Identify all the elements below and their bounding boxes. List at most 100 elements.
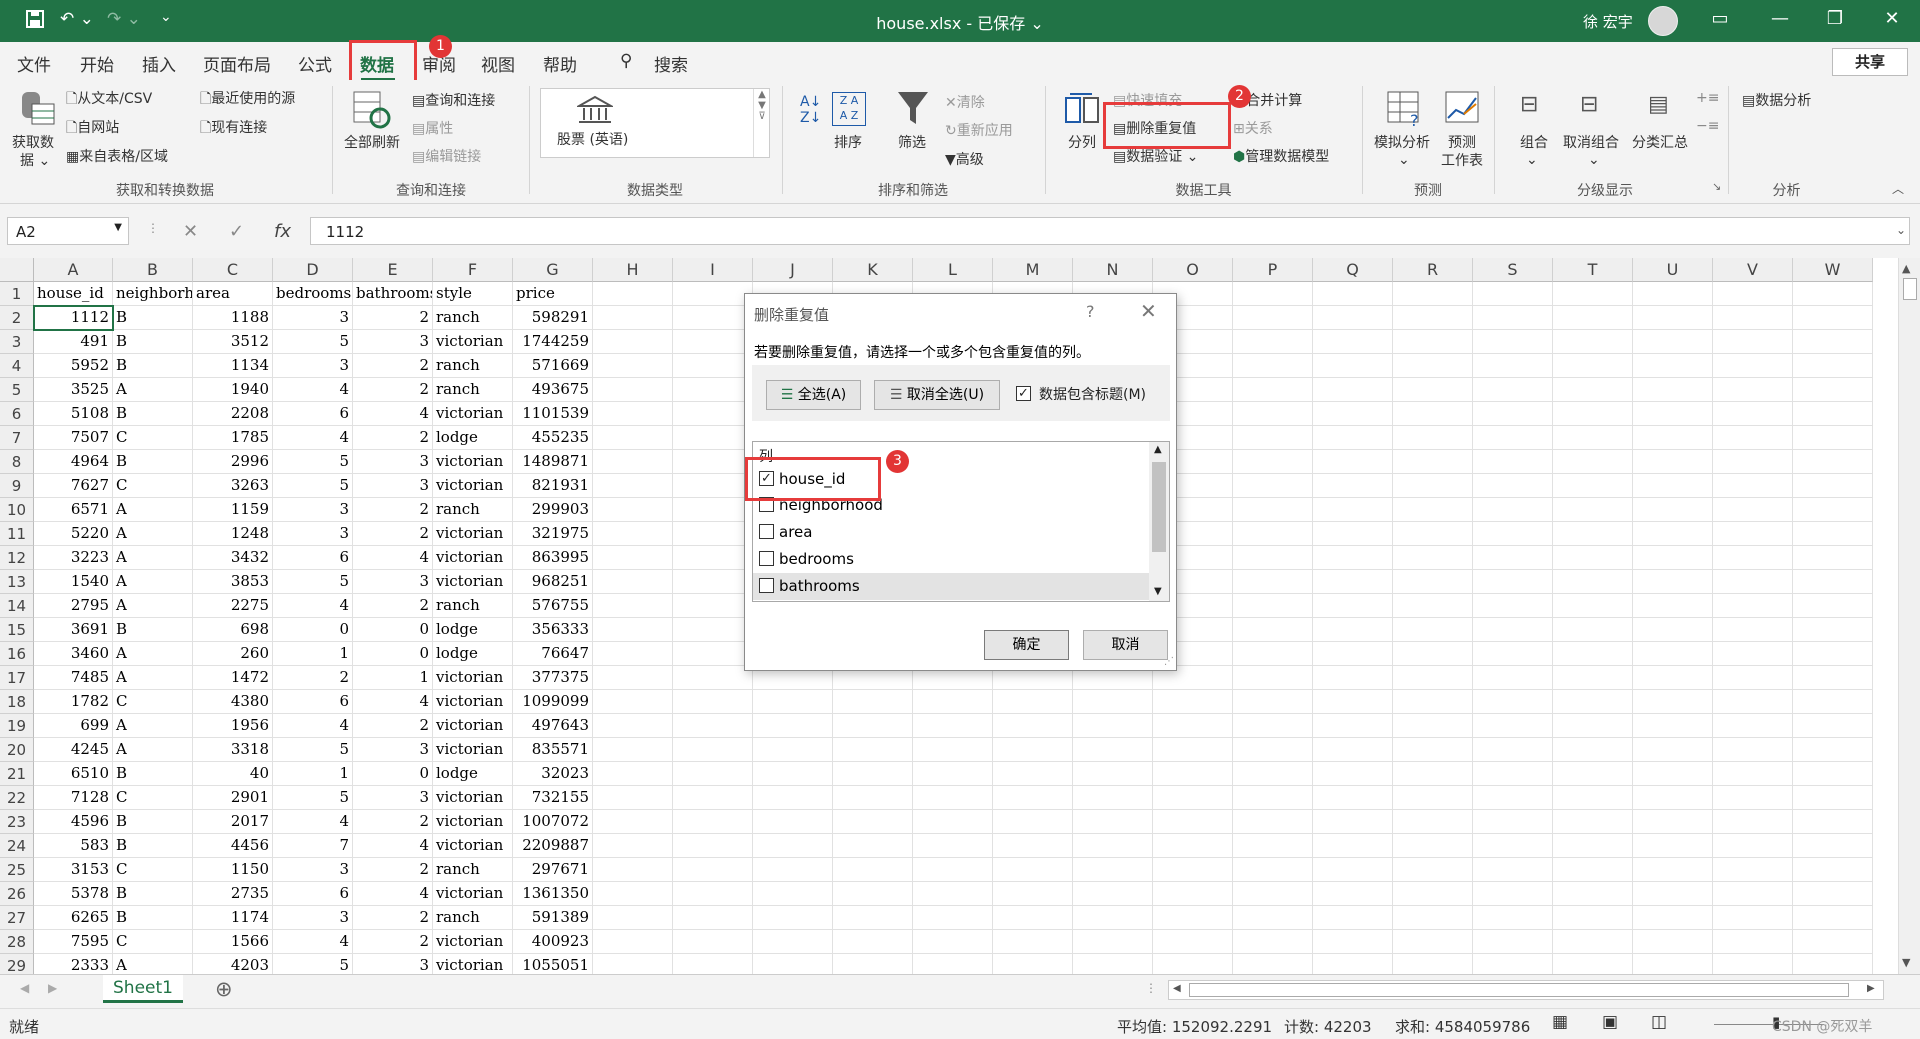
table-cell[interactable]: 5108 <box>34 402 113 426</box>
table-cell[interactable]: 4 <box>353 402 433 426</box>
table-cell[interactable]: B <box>113 306 193 330</box>
close-dialog-icon[interactable]: ✕ <box>1140 299 1157 323</box>
empty-cell[interactable] <box>1713 354 1793 378</box>
empty-cell[interactable] <box>1393 570 1473 594</box>
empty-cell[interactable] <box>1233 858 1313 882</box>
empty-cell[interactable] <box>1313 714 1393 738</box>
empty-cell[interactable] <box>1393 618 1473 642</box>
table-cell[interactable]: C <box>113 858 193 882</box>
empty-cell[interactable] <box>593 858 673 882</box>
table-cell[interactable]: 3153 <box>34 858 113 882</box>
row-header[interactable]: 12 <box>0 546 34 570</box>
table-cell[interactable]: 3 <box>353 330 433 354</box>
table-cell[interactable]: 2 <box>353 378 433 402</box>
empty-cell[interactable] <box>673 714 753 738</box>
table-cell[interactable]: 3525 <box>34 378 113 402</box>
empty-cell[interactable] <box>913 930 993 954</box>
empty-cell[interactable] <box>1793 786 1873 810</box>
close-icon[interactable]: ✕ <box>1877 8 1907 29</box>
table-cell[interactable]: 2 <box>353 522 433 546</box>
empty-cell[interactable] <box>1713 930 1793 954</box>
column-header[interactable]: J <box>753 258 833 282</box>
empty-cell[interactable] <box>1793 618 1873 642</box>
empty-cell[interactable] <box>1553 306 1633 330</box>
table-cell[interactable]: 4 <box>273 930 353 954</box>
reapply-button[interactable]: ↻重新应用 <box>945 120 1013 140</box>
header-cell[interactable]: area <box>193 282 273 306</box>
empty-cell[interactable] <box>1713 666 1793 690</box>
empty-cell[interactable] <box>673 882 753 906</box>
empty-cell[interactable] <box>673 498 753 522</box>
table-cell[interactable]: 1540 <box>34 570 113 594</box>
empty-cell[interactable] <box>1553 762 1633 786</box>
table-cell[interactable]: 3 <box>273 906 353 930</box>
empty-cell[interactable] <box>1633 474 1713 498</box>
header-cell[interactable]: style <box>433 282 513 306</box>
row-header[interactable]: 28 <box>0 930 34 954</box>
name-box[interactable]: A2 ▼ <box>7 217 129 245</box>
table-cell[interactable]: A <box>113 378 193 402</box>
table-cell[interactable]: victorian <box>433 570 513 594</box>
empty-cell[interactable] <box>1233 474 1313 498</box>
group-icon[interactable]: ⊟ <box>1520 92 1538 117</box>
empty-cell[interactable] <box>1393 786 1473 810</box>
filter-icon[interactable] <box>896 90 930 128</box>
empty-cell[interactable] <box>1473 858 1553 882</box>
empty-cell[interactable] <box>1313 546 1393 570</box>
table-cell[interactable]: 863995 <box>513 546 593 570</box>
empty-cell[interactable] <box>1793 858 1873 882</box>
table-cell[interactable]: 4245 <box>34 738 113 762</box>
empty-cell[interactable] <box>673 810 753 834</box>
group-dropdown-icon[interactable]: ⌄ <box>1526 152 1538 168</box>
table-cell[interactable]: ranch <box>433 594 513 618</box>
empty-cell[interactable] <box>1713 330 1793 354</box>
table-cell[interactable]: 4 <box>273 714 353 738</box>
empty-cell[interactable] <box>1073 738 1153 762</box>
empty-cell[interactable] <box>593 330 673 354</box>
empty-cell[interactable] <box>1793 522 1873 546</box>
empty-cell[interactable] <box>1553 930 1633 954</box>
empty-cell[interactable] <box>1633 858 1713 882</box>
empty-cell[interactable] <box>1473 282 1553 306</box>
edit-links-button[interactable]: ▤编辑链接 <box>412 146 481 166</box>
empty-cell[interactable] <box>593 282 673 306</box>
forecast-label-1[interactable]: 预测 <box>1448 132 1476 152</box>
table-cell[interactable]: 1188 <box>193 306 273 330</box>
empty-cell[interactable] <box>1313 810 1393 834</box>
empty-cell[interactable] <box>673 426 753 450</box>
empty-cell[interactable] <box>1393 762 1473 786</box>
table-cell[interactable]: 3512 <box>193 330 273 354</box>
table-cell[interactable]: 455235 <box>513 426 593 450</box>
table-cell[interactable]: 1956 <box>193 714 273 738</box>
empty-cell[interactable] <box>1233 426 1313 450</box>
refresh-all-button[interactable]: 全部刷新 <box>344 132 400 152</box>
get-data-icon[interactable] <box>16 88 56 128</box>
table-cell[interactable]: 297671 <box>513 858 593 882</box>
refresh-all-icon[interactable] <box>352 90 392 130</box>
table-cell[interactable]: 356333 <box>513 618 593 642</box>
table-cell[interactable]: 2 <box>353 858 433 882</box>
empty-cell[interactable] <box>593 810 673 834</box>
empty-cell[interactable] <box>833 762 913 786</box>
existing-connections-button[interactable]: 🗋现有连接 <box>200 117 267 141</box>
empty-cell[interactable] <box>593 954 673 974</box>
empty-cell[interactable] <box>1393 714 1473 738</box>
empty-cell[interactable] <box>913 882 993 906</box>
table-cell[interactable]: 0 <box>353 642 433 666</box>
empty-cell[interactable] <box>833 690 913 714</box>
empty-cell[interactable] <box>1233 690 1313 714</box>
empty-cell[interactable] <box>673 906 753 930</box>
table-cell[interactable]: 2275 <box>193 594 273 618</box>
table-cell[interactable]: 7595 <box>34 930 113 954</box>
empty-cell[interactable] <box>1633 642 1713 666</box>
insert-function-icon[interactable]: fx <box>274 221 291 242</box>
column-header[interactable]: L <box>913 258 993 282</box>
empty-cell[interactable] <box>673 762 753 786</box>
empty-cell[interactable] <box>1793 426 1873 450</box>
vertical-scrollbar[interactable]: ▲ ▼ <box>1898 258 1920 974</box>
get-data-button[interactable]: 获取数 <box>12 132 54 152</box>
tab-formulas[interactable]: 公式 <box>298 51 332 76</box>
empty-cell[interactable] <box>673 522 753 546</box>
empty-cell[interactable] <box>1793 762 1873 786</box>
row-header[interactable]: 25 <box>0 858 34 882</box>
